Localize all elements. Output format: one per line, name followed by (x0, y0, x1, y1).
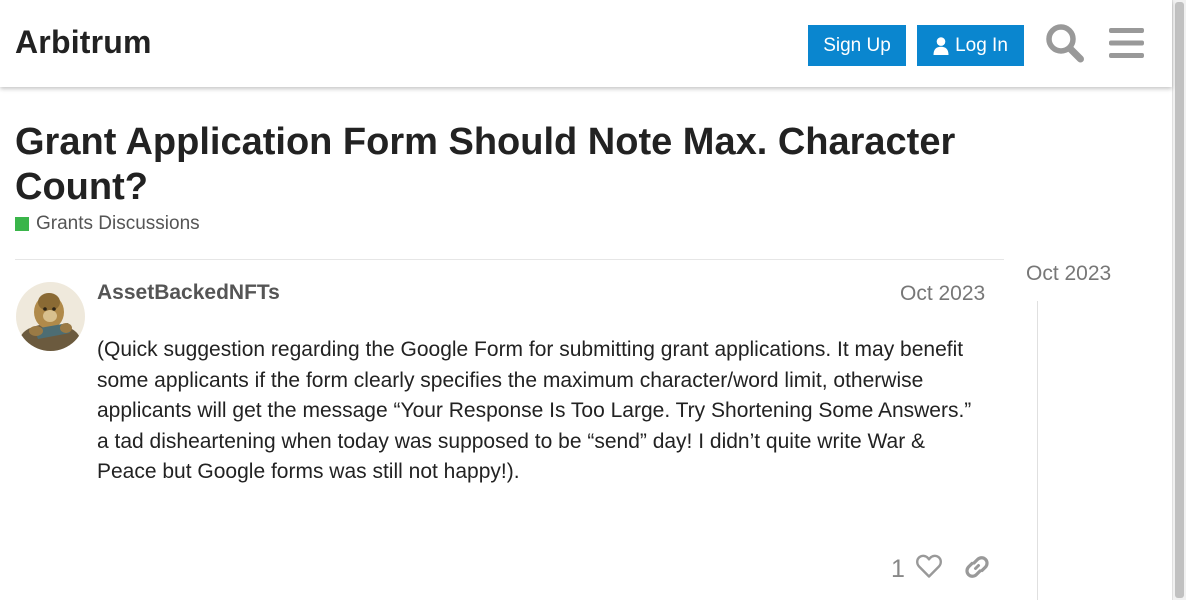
post-date[interactable]: Oct 2023 (900, 282, 985, 306)
hamburger-menu-icon[interactable] (1107, 22, 1147, 64)
link-icon[interactable] (963, 553, 991, 581)
sign-up-label: Sign Up (823, 34, 891, 56)
log-in-button[interactable]: Log In (917, 25, 1024, 66)
timeline-date[interactable]: Oct 2023 (1026, 262, 1111, 286)
timeline-scrubber-track[interactable] (1037, 301, 1038, 600)
post-body: (Quick suggestion regarding the Google F… (97, 338, 972, 483)
page-scrollbar[interactable] (1172, 0, 1186, 600)
category-badge[interactable]: Grants Discussions (15, 213, 200, 235)
post-username[interactable]: AssetBackedNFTs (97, 281, 280, 305)
like-count[interactable]: 1 (891, 555, 905, 584)
avatar[interactable] (16, 282, 85, 351)
sign-up-button[interactable]: Sign Up (808, 25, 906, 66)
topic-divider (15, 259, 1004, 260)
site-header: Arbitrum Sign Up Log In (0, 0, 1172, 87)
category-label: Grants Discussions (36, 213, 200, 234)
scrollbar-thumb[interactable] (1175, 2, 1184, 598)
heart-icon[interactable] (915, 552, 943, 580)
avatar-image (16, 282, 85, 351)
category-color-swatch (15, 217, 29, 231)
user-icon (933, 36, 949, 55)
search-icon[interactable] (1045, 22, 1085, 64)
topic-title[interactable]: Grant Application Form Should Note Max. … (15, 120, 1005, 210)
site-title[interactable]: Arbitrum (15, 24, 152, 61)
log-in-label: Log In (955, 34, 1008, 56)
